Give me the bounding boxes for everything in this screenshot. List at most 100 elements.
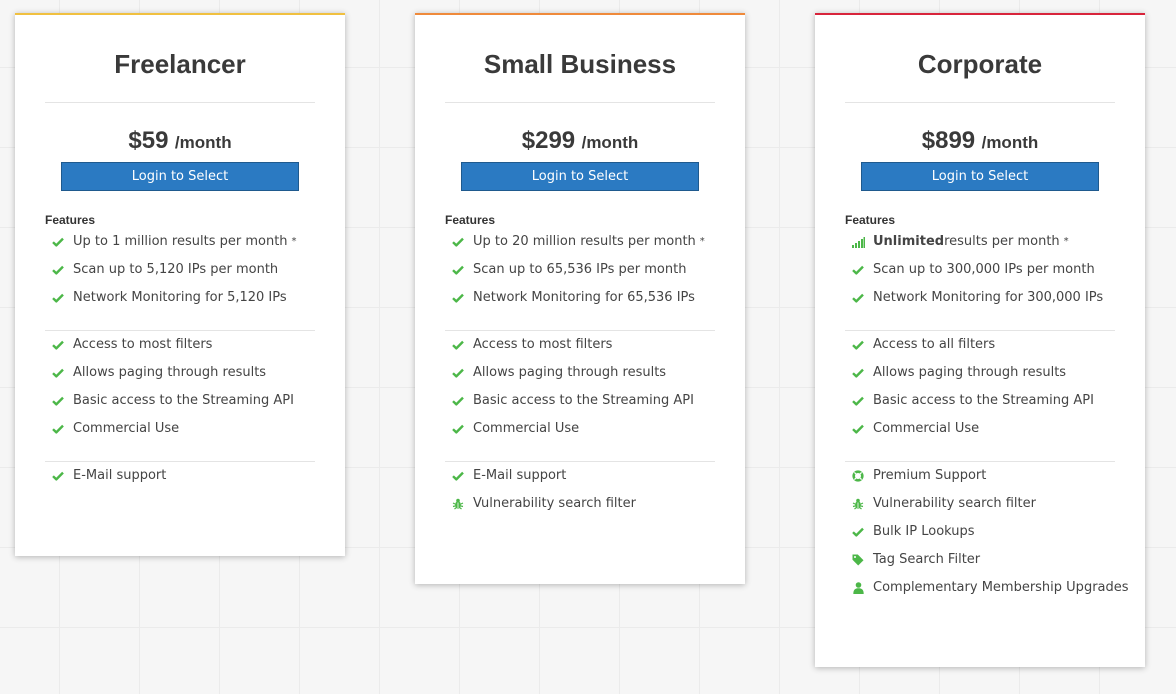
feature-text: Commercial Use: [473, 421, 580, 436]
feature-text: Commercial Use: [873, 421, 980, 436]
feature-text: Bulk IP Lookups: [873, 524, 975, 539]
feature-item: Network Monitoring for 65,536 IPs: [445, 284, 715, 312]
price-row: $59 /month: [45, 125, 315, 157]
feature-text: Network Monitoring for 300,000 IPs: [873, 290, 1104, 305]
check-icon: [451, 366, 465, 380]
plan-price: $899: [921, 127, 976, 154]
plan-title: Corporate: [917, 49, 1043, 79]
user-icon: [851, 581, 865, 595]
feature-item: Basic access to the Streaming API: [445, 387, 715, 415]
price-row: $299 /month: [445, 125, 715, 157]
check-icon: [51, 422, 65, 436]
check-icon: [51, 235, 65, 249]
check-icon: [451, 422, 465, 436]
features-heading: Features: [845, 213, 896, 227]
feature-text: Access to most filters: [73, 337, 213, 352]
feature-item: Commercial Use: [845, 415, 1115, 443]
features-heading: Features: [45, 213, 96, 227]
login-to-select-button[interactable]: Login to Select: [461, 162, 699, 191]
feature-text: Basic access to the Streaming API: [73, 393, 294, 408]
feature-text: Allows paging through results: [73, 365, 267, 380]
check-icon: [451, 469, 465, 483]
check-icon: [51, 394, 65, 408]
feature-item: Premium Support: [845, 462, 1115, 490]
feature-item: Complementary Membership Upgrades: [845, 574, 1129, 602]
feature-text: Scan up to 65,536 IPs per month: [473, 262, 687, 277]
feature-text: Commercial Use: [73, 421, 180, 436]
check-icon: [851, 338, 865, 352]
check-icon: [451, 263, 465, 277]
feature-item: Up to 1 million results per month *: [45, 228, 315, 256]
login-to-select-button[interactable]: Login to Select: [61, 162, 299, 191]
feature-text: E-Mail support: [73, 468, 167, 483]
feature-item: Allows paging through results: [445, 359, 715, 387]
plan-price: $299: [521, 127, 576, 154]
features-list: Unlimited results per month * Scan up to 3…: [845, 228, 1115, 312]
feature-item: Access to most filters: [45, 331, 315, 359]
feature-text: Access to most filters: [473, 337, 613, 352]
feature-emphasis: Unlimited: [873, 234, 945, 249]
check-icon: [851, 394, 865, 408]
bug-icon: [851, 497, 865, 511]
check-icon: [51, 469, 65, 483]
check-icon: [51, 263, 65, 277]
feature-item: Vulnerability search filter: [845, 490, 1115, 518]
extras-list: Premium Support Vulnerability search filt…: [845, 462, 1129, 602]
plan-card-corporate: Corporate $899 /month Login to Select Featu…: [815, 13, 1145, 667]
feature-item: Network Monitoring for 300,000 IPs: [845, 284, 1115, 312]
feature-text: Network Monitoring for 65,536 IPs: [473, 290, 695, 305]
check-icon: [451, 291, 465, 305]
feature-item: Access to all filters: [845, 331, 1115, 359]
feature-item: Allows paging through results: [45, 359, 315, 387]
feature-item: Unlimited results per month *: [845, 228, 1115, 256]
feature-text: Scan up to 300,000 IPs per month: [873, 262, 1095, 277]
feature-text: Basic access to the Streaming API: [873, 393, 1094, 408]
login-to-select-button[interactable]: Login to Select: [861, 162, 1099, 191]
feature-text: Premium Support: [873, 468, 987, 483]
features-heading: Features: [445, 213, 496, 227]
feature-text: Network Monitoring for 5,120 IPs: [73, 290, 287, 305]
plan-card-freelancer: Freelancer $59 /month Login to Select Featu…: [15, 13, 345, 556]
tag-icon: [851, 553, 865, 567]
check-icon: [451, 235, 465, 249]
extras-list: E-Mail support: [45, 462, 315, 490]
divider: [445, 102, 715, 103]
feature-item: Tag Search Filter: [845, 546, 1115, 574]
feature-text: Vulnerability search filter: [873, 496, 1036, 511]
feature-text: results per month: [944, 234, 1060, 249]
extras-list: E-Mail support Vulnerability search filte…: [445, 462, 715, 518]
feature-text: Complementary Membership Upgrades: [873, 580, 1129, 595]
feature-text: Tag Search Filter: [873, 552, 981, 567]
feature-item: Allows paging through results: [845, 359, 1115, 387]
signal-icon: [851, 235, 865, 249]
features-list: Up to 1 million results per month * Scan u…: [45, 228, 315, 312]
check-icon: [51, 366, 65, 380]
access-list: Access to most filters Allows paging thro…: [445, 331, 715, 443]
access-list: Access to most filters Allows paging thro…: [45, 331, 315, 443]
check-icon: [851, 291, 865, 305]
feature-item: Up to 20 million results per month *: [445, 228, 715, 256]
check-icon: [451, 338, 465, 352]
feature-item: Vulnerability search filter: [445, 490, 715, 518]
price-period: /month: [174, 133, 232, 152]
feature-item: Network Monitoring for 5,120 IPs: [45, 284, 315, 312]
feature-text: Vulnerability search filter: [473, 496, 636, 511]
feature-item: E-Mail support: [45, 462, 315, 490]
plan-title: Small Business: [483, 49, 677, 79]
feature-text: Basic access to the Streaming API: [473, 393, 694, 408]
plan-card-small-business: Small Business $299 /month Login to Select…: [415, 13, 745, 584]
feature-text: E-Mail support: [473, 468, 567, 483]
check-icon: [451, 394, 465, 408]
feature-item: Scan up to 300,000 IPs per month: [845, 256, 1115, 284]
feature-text: Allows paging through results: [473, 365, 667, 380]
feature-item: Scan up to 65,536 IPs per month: [445, 256, 715, 284]
bug-icon: [451, 497, 465, 511]
plan-price: $59: [128, 127, 169, 154]
check-icon: [51, 338, 65, 352]
divider: [45, 102, 315, 103]
feature-text: Allows paging through results: [873, 365, 1067, 380]
check-icon: [851, 422, 865, 436]
feature-text: Up to 1 million results per month: [73, 234, 288, 249]
feature-item: Access to most filters: [445, 331, 715, 359]
feature-item: Scan up to 5,120 IPs per month: [45, 256, 315, 284]
